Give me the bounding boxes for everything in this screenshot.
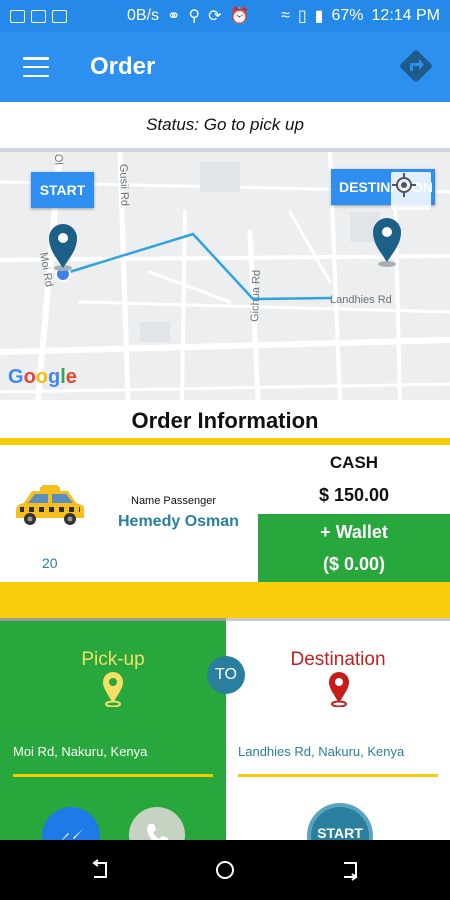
wallet-button[interactable]: + Wallet ($ 0.00)	[258, 514, 450, 582]
status-center: 0B/s ⚭ ⚲ ⟳ ⏰	[127, 6, 249, 26]
map-start-button[interactable]: START	[31, 172, 94, 208]
order-price: $ 150.00	[318, 485, 390, 505]
start-pin-icon	[49, 224, 77, 271]
wallet-label: + Wallet	[320, 522, 388, 542]
clock: 12:14 PM	[371, 7, 440, 24]
seat-number: 20	[42, 555, 58, 571]
recents-icon	[344, 862, 358, 881]
order-screen: 0B/s ⚭ ⚲ ⟳ ⏰ ≈ ▯ ▮ 67% 12:14 PM Order St…	[0, 0, 450, 900]
menu-icon[interactable]	[23, 57, 49, 77]
divider	[0, 438, 450, 445]
destination-panel: Destination Landhies Rd, Nakuru, Kenya S…	[226, 618, 450, 869]
rotate-icon: ⟳	[208, 8, 222, 25]
location-icon: ⚲	[188, 8, 201, 25]
my-location-button[interactable]	[391, 172, 431, 210]
system-nav-bar	[0, 840, 450, 900]
order-status-text: Status: Go to pick up	[0, 102, 450, 152]
home-icon	[216, 861, 234, 879]
signal-icon: ▯	[297, 8, 307, 25]
notification-icons	[10, 9, 67, 23]
wifi-icon: ≈	[281, 7, 290, 24]
navigation-icon[interactable]	[396, 46, 436, 86]
system-status-bar: 0B/s ⚭ ⚲ ⟳ ⏰ ≈ ▯ ▮ 67% 12:14 PM	[0, 0, 450, 32]
network-speed: 0B/s	[127, 7, 160, 24]
crosshair-icon	[392, 173, 416, 197]
pickup-panel: Pick-up Moi Rd, Nakuru, Kenya	[0, 618, 226, 865]
google-logo: Google	[8, 366, 77, 388]
street-label-ol: Ol	[52, 154, 64, 165]
destination-underline	[238, 774, 438, 777]
street-label-landhies: Landhies Rd	[330, 294, 392, 306]
route-map[interactable]: Moi Rd Gusii Rd Gichua Rd Landhies Rd Ol	[0, 152, 450, 400]
screenshot-icon	[10, 9, 25, 23]
to-connector: TO	[207, 656, 245, 694]
passenger-label: Name Passenger	[131, 495, 216, 507]
street-label-gusii: Gusii Rd	[117, 164, 130, 207]
taxi-icon	[16, 485, 85, 525]
yellow-band	[0, 582, 450, 618]
headset-icon: ⚭	[167, 8, 181, 25]
order-information-heading: Order Information	[131, 407, 319, 433]
destination-address: Landhies Rd, Nakuru, Kenya	[238, 744, 405, 759]
pickup-address: Moi Rd, Nakuru, Kenya	[13, 744, 148, 759]
order-info-row: 20 Name Passenger Hemedy Osman CASH $ 15…	[0, 445, 450, 582]
pickup-pin-icon	[103, 672, 123, 707]
battery-icon: ▮	[314, 8, 324, 25]
message-icon	[52, 9, 67, 23]
status-right: ≈ ▯ ▮ 67% 12:14 PM	[281, 6, 440, 26]
passenger-name: Hemedy Osman	[118, 513, 239, 530]
app-bar: Order	[0, 32, 450, 102]
back-icon	[92, 859, 107, 878]
destination-title: Destination	[290, 649, 386, 670]
battery-percent: 67%	[331, 7, 364, 24]
wallet-amount: ($ 0.00)	[322, 554, 386, 574]
gallery-icon	[31, 9, 46, 23]
payment-method: CASH	[329, 453, 379, 472]
pickup-underline	[13, 774, 213, 777]
pickup-title: Pick-up	[81, 649, 145, 670]
page-title: Order	[90, 53, 156, 80]
alarm-icon: ⏰	[229, 8, 250, 25]
nav-buttons	[92, 859, 358, 881]
destination-marker-icon	[329, 672, 349, 707]
